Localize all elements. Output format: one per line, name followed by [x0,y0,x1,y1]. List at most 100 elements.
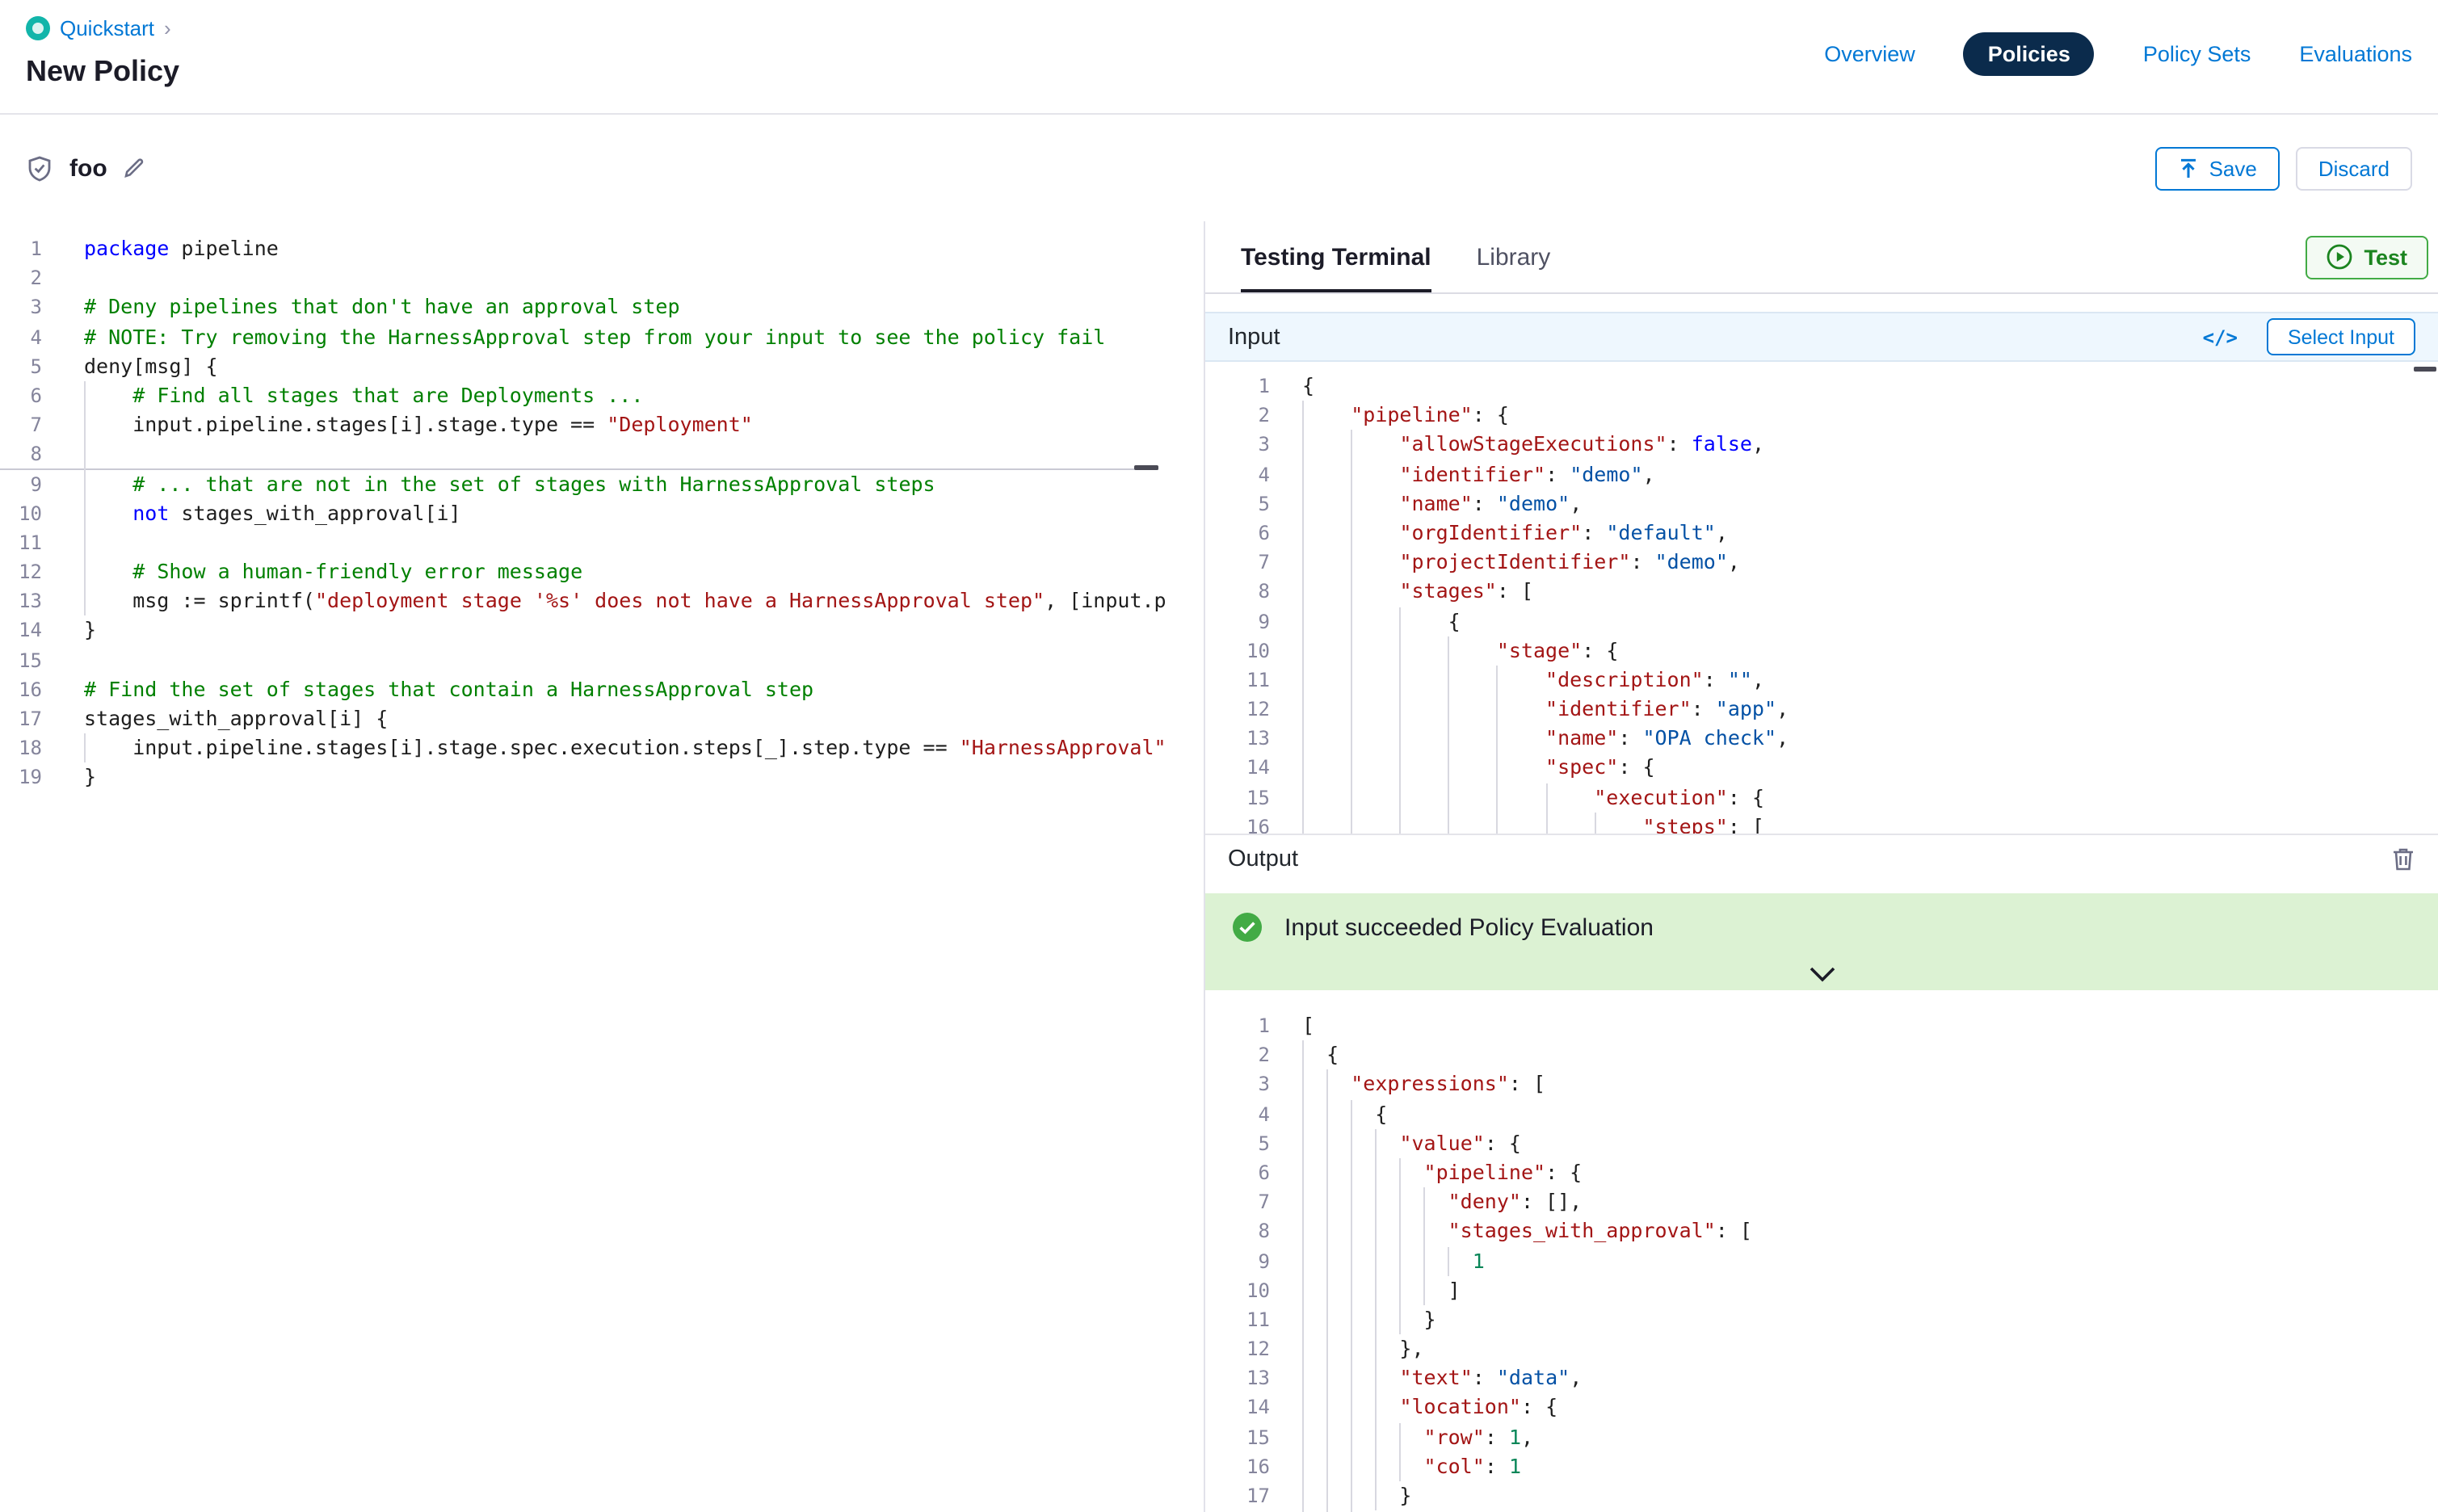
code-line: 6 # Find all stages that are Deployments… [0,381,1204,410]
nav-overview[interactable]: Overview [1824,42,1915,66]
indent-guide [1448,813,1450,834]
indent-guide [1302,1275,1304,1304]
indent-guide [1302,548,1304,577]
indent-guide [1375,1246,1377,1275]
indent-guide [1448,695,1450,724]
indent-guide [1326,1158,1328,1187]
indent-guide [1326,1187,1328,1216]
nav-policy-sets[interactable]: Policy Sets [2143,42,2251,66]
code-line-content: "projectIdentifier": "demo", [1302,548,2438,577]
indent-guide [1375,1481,1377,1510]
line-number: 2 [1205,1040,1270,1069]
tab-library[interactable]: Library [1477,221,1551,292]
code-line: 11 [0,528,1204,557]
indent-guide [1302,1040,1304,1069]
indent-guide [1399,1422,1401,1451]
code-line: 2 { [1205,1040,2438,1069]
trash-icon[interactable] [2391,846,2415,872]
line-number: 9 [1205,607,1270,636]
test-button[interactable]: Test [2306,235,2428,279]
line-number: 15 [1205,1422,1270,1451]
chevron-down-icon[interactable] [1807,966,1836,984]
line-number: 9 [0,469,42,498]
line-number: 17 [1205,1481,1270,1510]
line-number: 3 [1205,1070,1270,1099]
check-circle-icon [1231,911,1263,943]
code-line-content: "stages": [ [1302,578,2438,607]
indent-guide [1375,1305,1377,1334]
code-line-content: "stages_with_approval": [ [1302,1217,2438,1246]
code-line-content: "stage": { [1302,636,2438,665]
output-section-title: Output [1228,846,1298,872]
policy-name: foo [69,154,107,182]
edit-pencil-icon[interactable] [124,157,146,179]
code-line-content: # Find all stages that are Deployments .… [84,381,1204,410]
chevron-right-icon: › [164,15,171,40]
line-number: 2 [0,263,42,292]
code-line-content: } [1302,1481,2438,1510]
code-line: 2 "pipeline": { [1205,401,2438,430]
discard-button[interactable]: Discard [2296,146,2412,190]
indent-guide [1326,1334,1328,1363]
code-line-content: msg := sprintf("deployment stage '%s' do… [84,587,1204,616]
indent-guide [1424,1246,1426,1275]
page-title: New Policy [26,55,179,89]
header-left: Quickstart › New Policy [26,13,179,89]
indent-guide [1399,1187,1401,1216]
line-number: 11 [0,528,42,557]
code-line: 12 "identifier": "app", [1205,695,2438,724]
line-number: 3 [1205,430,1270,460]
line-number: 6 [1205,519,1270,548]
code-line-content: "pipeline": { [1302,1158,2438,1187]
indent-guide [1302,813,1304,834]
indent-guide [1351,1099,1352,1128]
code-line-content: not stages_with_approval[i] [84,498,1204,527]
select-input-button[interactable]: Select Input [2267,318,2415,355]
code-line-content: } [84,763,1204,792]
code-line: 17 } [1205,1481,2438,1510]
code-line-content: "text": "data", [1302,1364,2438,1393]
indent-guide [1594,813,1595,834]
indent-guide [1351,1452,1352,1481]
code-line: 9 # ... that are not in the set of stage… [0,469,1204,498]
line-number: 8 [1205,1217,1270,1246]
output-section-header: Output [1205,834,2438,882]
indent-guide [1448,636,1450,665]
code-line: 19} [0,763,1204,792]
nav-policies[interactable]: Policies [1964,32,2095,76]
tab-testing-terminal[interactable]: Testing Terminal [1241,221,1431,292]
indent-guide [1351,1334,1352,1363]
indent-guide [1497,724,1499,754]
breadcrumb-link-quickstart[interactable]: Quickstart [60,15,154,40]
line-number: 4 [1205,1099,1270,1128]
save-button[interactable]: Save [2156,146,2280,190]
code-line-content: input.pipeline.stages[i].stage.spec.exec… [84,733,1204,762]
code-line: 3 "expressions": [ [1205,1070,2438,1099]
indent-guide [1302,578,1304,607]
output-json-editor[interactable]: 1[2 {3 "expressions": [4 {5 "value": {6 … [1205,990,2438,1512]
policy-toolbar: foo Save Discard [0,115,2438,221]
indent-guide [1351,724,1352,754]
indent-guide [1424,1275,1426,1304]
success-banner: Input succeeded Policy Evaluation [1205,893,2438,990]
indent-guide [1351,754,1352,783]
code-line: 7 input.pipeline.stages[i].stage.type ==… [0,410,1204,439]
code-line-content: "steps": [ [1302,813,2438,834]
indent-guide [1326,1481,1328,1510]
code-line: 8 "stages": [ [1205,578,2438,607]
code-line: 7 "deny": [], [1205,1187,2438,1216]
input-json-editor[interactable]: 1{2 "pipeline": {3 "allowStageExecutions… [1205,362,2438,834]
indent-guide [1497,783,1499,812]
code-line: 16# Find the set of stages that contain … [0,675,1204,704]
success-banner-row: Input succeeded Policy Evaluation [1205,911,2438,943]
line-number: 18 [0,733,42,762]
nav-evaluations[interactable]: Evaluations [2299,42,2412,66]
code-line: 11 } [1205,1305,2438,1334]
indent-guide [84,528,86,557]
line-number: 4 [0,322,42,351]
code-line: 9 1 [1205,1246,2438,1275]
indent-guide [1302,1393,1304,1422]
policy-code-editor[interactable]: 1package pipeline2 3# Deny pipelines tha… [0,221,1204,1512]
code-icon[interactable]: </> [2203,326,2238,348]
indent-guide [1497,666,1499,695]
